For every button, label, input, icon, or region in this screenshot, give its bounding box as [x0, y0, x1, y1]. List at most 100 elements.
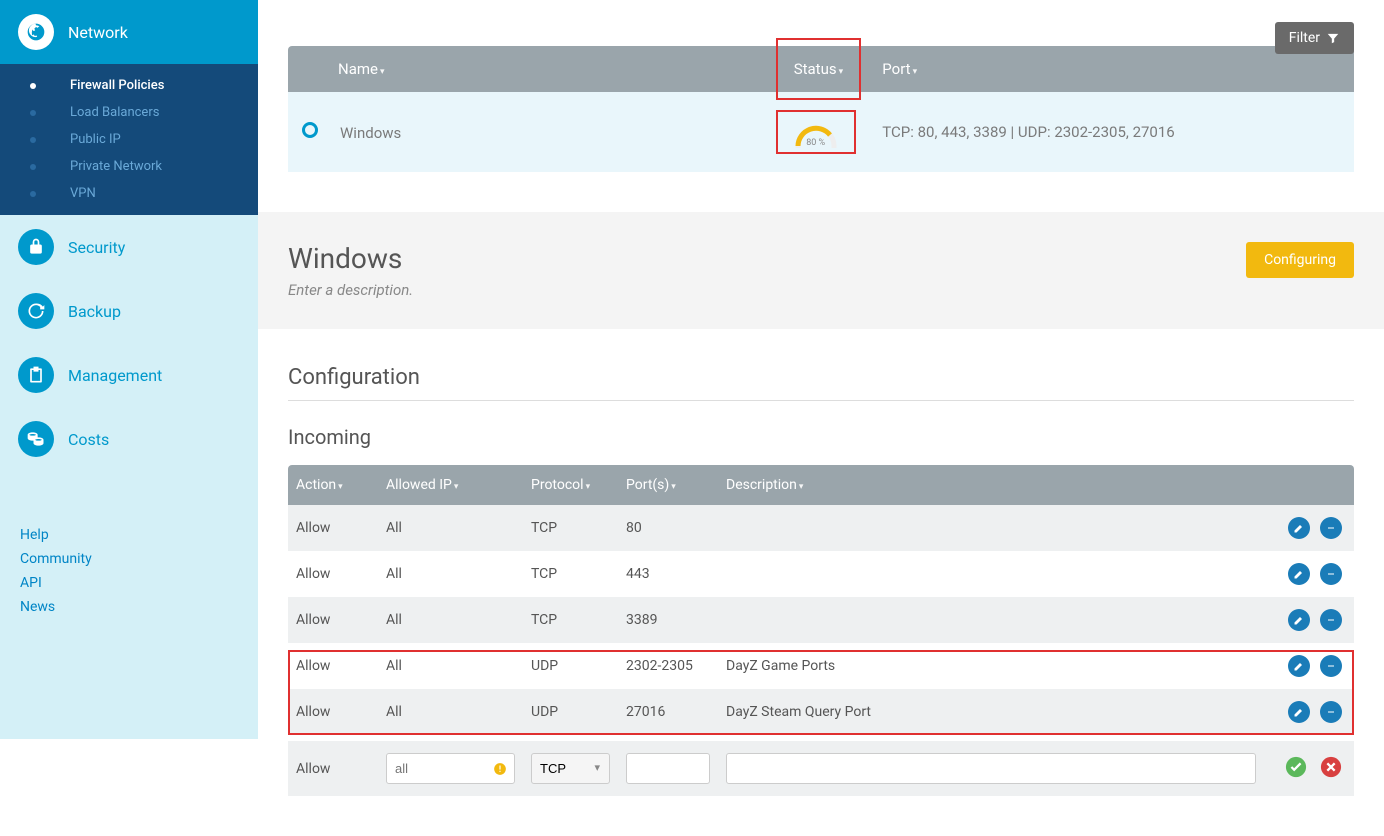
nav-network-label: Network: [68, 23, 128, 42]
footer-api[interactable]: API: [20, 571, 92, 595]
rule-protocol: TCP: [523, 551, 618, 597]
rule-ip: All: [378, 551, 523, 597]
rule-action: Allow: [288, 689, 378, 735]
nav-management[interactable]: Management: [0, 343, 258, 407]
col-allowed-ip[interactable]: Allowed IP▾: [378, 465, 523, 505]
rule-row: AllowAllUDP2302-2305DayZ Game Ports: [288, 643, 1354, 689]
rule-ports: 3389: [618, 597, 718, 643]
filter-icon: [1326, 31, 1340, 45]
remove-button[interactable]: [1320, 609, 1342, 631]
sidebar-item-publicip[interactable]: Public IP: [0, 126, 258, 153]
rule-protocol: UDP: [523, 643, 618, 689]
rule-ports: 2302-2305: [618, 643, 718, 689]
remove-button[interactable]: [1320, 517, 1342, 539]
lock-icon: [18, 229, 54, 265]
footer-community[interactable]: Community: [20, 547, 92, 571]
sidebar-item-firewall[interactable]: Firewall Policies: [0, 72, 258, 99]
incoming-heading: Incoming: [288, 425, 1354, 455]
footer-news[interactable]: News: [20, 595, 92, 619]
col-protocol[interactable]: Protocol▾: [523, 465, 618, 505]
new-description-input[interactable]: [726, 753, 1256, 784]
edit-button[interactable]: [1288, 517, 1310, 539]
detail-header: Windows Enter a description. Configuring: [258, 212, 1384, 329]
detail-title: Windows: [288, 242, 1354, 275]
rule-action: Allow: [288, 643, 378, 689]
new-protocol-select[interactable]: TCP: [531, 753, 610, 784]
rule-action: Allow: [288, 505, 378, 551]
network-submenu: Firewall Policies Load Balancers Public …: [0, 64, 258, 215]
status-badge: Configuring: [1246, 242, 1354, 278]
nav-management-label: Management: [68, 366, 162, 385]
rule-action: Allow: [288, 551, 378, 597]
rule-description: [718, 597, 1264, 643]
rule-protocol: TCP: [523, 597, 618, 643]
rule-ip: All: [378, 643, 523, 689]
col-action[interactable]: Action▾: [288, 465, 378, 505]
remove-button[interactable]: [1320, 655, 1342, 677]
coins-icon: [18, 421, 54, 457]
rule-description: DayZ Game Ports: [718, 643, 1264, 689]
new-ports-input[interactable]: [626, 753, 710, 784]
sort-caret-icon: ▾: [913, 67, 918, 77]
nav-costs[interactable]: Costs: [0, 407, 258, 471]
remove-button[interactable]: [1320, 563, 1342, 585]
rule-row: AllowAllTCP443: [288, 551, 1354, 597]
col-status[interactable]: Status▾: [768, 46, 875, 92]
sort-caret-icon: ▾: [839, 67, 844, 77]
nav-backup-label: Backup: [68, 302, 121, 321]
rule-protocol: TCP: [523, 505, 618, 551]
col-ports[interactable]: Port(s)▾: [618, 465, 718, 505]
progress-text: 80 %: [792, 138, 840, 148]
nav-costs-label: Costs: [68, 430, 109, 449]
detail-description[interactable]: Enter a description.: [288, 281, 1354, 299]
sidebar-item-vpn[interactable]: VPN: [0, 180, 258, 207]
rule-description: [718, 551, 1264, 597]
footer-help[interactable]: Help: [20, 523, 92, 547]
main-content: Filter Name▾ Status▾ Port▾ Windows 80 % …: [258, 46, 1384, 836]
sidebar-item-loadbalancers[interactable]: Load Balancers: [0, 99, 258, 126]
col-description[interactable]: Description▾: [718, 465, 1264, 505]
rule-ports: 27016: [618, 689, 718, 735]
confirm-button[interactable]: [1285, 756, 1307, 778]
rule-protocol: UDP: [523, 689, 618, 735]
rule-ip: All: [378, 505, 523, 551]
filter-button[interactable]: Filter: [1275, 22, 1354, 54]
rule-ports: 443: [618, 551, 718, 597]
footer-links: Help Community API News: [20, 523, 92, 619]
rule-ip: All: [378, 597, 523, 643]
nav-backup[interactable]: Backup: [0, 279, 258, 343]
nav-security-label: Security: [68, 238, 125, 257]
rule-row: AllowAllTCP3389: [288, 597, 1354, 643]
edit-button[interactable]: [1288, 701, 1310, 723]
nav-security[interactable]: Security: [0, 215, 258, 279]
rules-table: Action▾ Allowed IP▾ Protocol▾ Port(s)▾ D…: [288, 465, 1354, 735]
col-name[interactable]: Name▾: [288, 46, 768, 92]
rule-row: AllowAllUDP27016DayZ Steam Query Port: [288, 689, 1354, 735]
policies-table: Name▾ Status▾ Port▾ Windows 80 % TCP: 80…: [288, 46, 1354, 172]
policy-row[interactable]: Windows 80 % TCP: 80, 443, 3389 | UDP: 2…: [288, 92, 1354, 172]
rule-ports: 80: [618, 505, 718, 551]
new-action: Allow: [288, 741, 378, 796]
rule-description: DayZ Steam Query Port: [718, 689, 1264, 735]
progress-gauge: 80 %: [792, 122, 840, 148]
new-rule-row: Allow TCP: [288, 741, 1354, 796]
network-icon: [18, 14, 54, 50]
warning-icon: [493, 762, 507, 776]
rule-description: [718, 505, 1264, 551]
edit-button[interactable]: [1288, 563, 1310, 585]
remove-button[interactable]: [1320, 701, 1342, 723]
edit-button[interactable]: [1288, 609, 1310, 631]
radio-icon[interactable]: [302, 122, 318, 138]
cancel-button[interactable]: [1320, 756, 1342, 778]
rule-row: AllowAllTCP80: [288, 505, 1354, 551]
policy-name: Windows: [340, 124, 401, 142]
edit-button[interactable]: [1288, 655, 1310, 677]
clipboard-icon: [18, 357, 54, 393]
policy-ports: TCP: 80, 443, 3389 | UDP: 2302-2305, 270…: [874, 92, 1354, 172]
sidebar-item-privatenet[interactable]: Private Network: [0, 153, 258, 180]
sidebar: Network Firewall Policies Load Balancers…: [0, 0, 258, 739]
configuration-heading: Configuration: [288, 365, 1354, 401]
nav-network[interactable]: Network: [0, 0, 258, 64]
rule-ip: All: [378, 689, 523, 735]
sort-caret-icon: ▾: [380, 67, 385, 77]
